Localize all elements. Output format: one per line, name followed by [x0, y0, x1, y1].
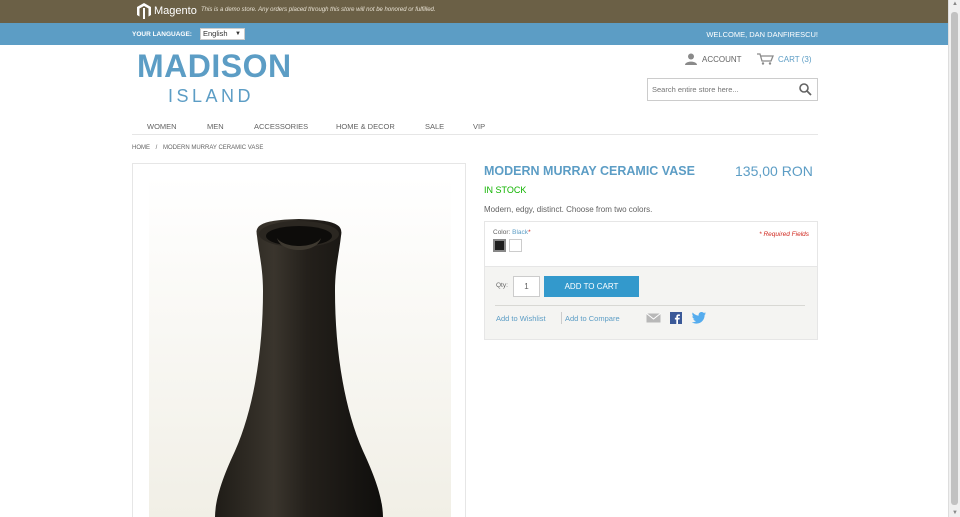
cart-label: CART (3) — [778, 54, 812, 64]
color-option-label: Color: Black* — [493, 229, 531, 236]
add-to-compare-link[interactable]: Add to Compare — [565, 314, 620, 323]
link-separator — [561, 312, 562, 324]
required-asterisk: * — [528, 229, 531, 236]
twitter-icon[interactable] — [692, 312, 706, 324]
stock-status: IN STOCK — [484, 185, 527, 195]
store-logo-sub[interactable]: ISLAND — [168, 86, 254, 107]
search-icon[interactable] — [799, 83, 812, 96]
required-fields-note: * Required Fields — [759, 231, 809, 238]
page-scrollbar[interactable]: ▲ ▼ — [948, 0, 960, 517]
breadcrumb: HOME / MODERN MURRAY CERAMIC VASE — [132, 145, 263, 151]
scroll-up-arrow-icon[interactable]: ▲ — [951, 1, 959, 7]
qty-input[interactable]: 1 — [513, 276, 540, 297]
main-navigation: WOMEN MEN ACCESSORIES HOME & DECOR SALE … — [132, 118, 818, 135]
breadcrumb-current: MODERN MURRAY CERAMIC VASE — [163, 145, 264, 151]
add-to-cart-box: Qty: 1 ADD TO CART Add to Wishlist Add t… — [484, 266, 818, 340]
nav-item-women[interactable]: WOMEN — [147, 122, 177, 131]
language-select-value: English — [203, 29, 228, 38]
magento-logo-icon — [137, 3, 151, 19]
breadcrumb-home[interactable]: HOME — [132, 145, 150, 151]
product-options: Color: Black* * Required Fields — [484, 221, 818, 266]
nav-item-sale[interactable]: SALE — [425, 122, 444, 131]
cart-icon — [757, 53, 774, 65]
nav-item-accessories[interactable]: ACCESSORIES — [254, 122, 308, 131]
product-price: 135,00 RON — [735, 163, 813, 179]
account-link[interactable]: ACCOUNT — [685, 53, 742, 65]
product-title: MODERN MURRAY CERAMIC VASE — [484, 164, 695, 178]
store-logo-main[interactable]: MADISON — [137, 48, 292, 85]
divider — [495, 305, 805, 306]
facebook-icon[interactable] — [670, 312, 682, 324]
product-image-container — [132, 163, 466, 517]
account-icon — [685, 53, 697, 65]
color-swatch-black[interactable] — [493, 239, 506, 252]
scrollbar-thumb[interactable] — [951, 12, 958, 505]
demo-notice-text: This is a demo store. Any orders placed … — [201, 7, 436, 13]
product-image[interactable] — [149, 176, 451, 517]
nav-item-home-decor[interactable]: HOME & DECOR — [336, 122, 395, 131]
add-to-wishlist-link[interactable]: Add to Wishlist — [496, 314, 546, 323]
cart-link[interactable]: CART (3) — [757, 53, 812, 65]
vase-image — [149, 176, 451, 517]
color-swatch-white[interactable] — [509, 239, 522, 252]
account-label: ACCOUNT — [702, 54, 742, 64]
magento-logo-text: Magento — [154, 5, 197, 17]
product-short-description: Modern, edgy, distinct. Choose from two … — [484, 205, 653, 214]
email-icon[interactable] — [646, 312, 661, 324]
search-box — [647, 78, 818, 101]
nav-item-vip[interactable]: VIP — [473, 122, 485, 131]
language-bar: YOUR LANGUAGE: English ▼ WELCOME, DAN DA… — [0, 23, 948, 45]
magento-logo: Magento — [137, 3, 197, 19]
chevron-down-icon: ▼ — [235, 31, 241, 37]
welcome-message: WELCOME, DAN DANFIRESCU! — [706, 30, 818, 39]
nav-item-men[interactable]: MEN — [207, 122, 224, 131]
color-label-text: Color: — [493, 229, 511, 236]
qty-label: Qty: — [496, 282, 508, 289]
demo-notice-bar: Magento This is a demo store. Any orders… — [0, 0, 948, 23]
search-input[interactable] — [648, 79, 793, 100]
language-label: YOUR LANGUAGE: — [132, 31, 192, 38]
breadcrumb-separator: / — [155, 145, 158, 151]
add-to-cart-button[interactable]: ADD TO CART — [544, 276, 639, 297]
language-select[interactable]: English ▼ — [200, 28, 245, 40]
color-selected-value: Black — [512, 229, 529, 236]
scroll-down-arrow-icon[interactable]: ▼ — [951, 510, 959, 516]
